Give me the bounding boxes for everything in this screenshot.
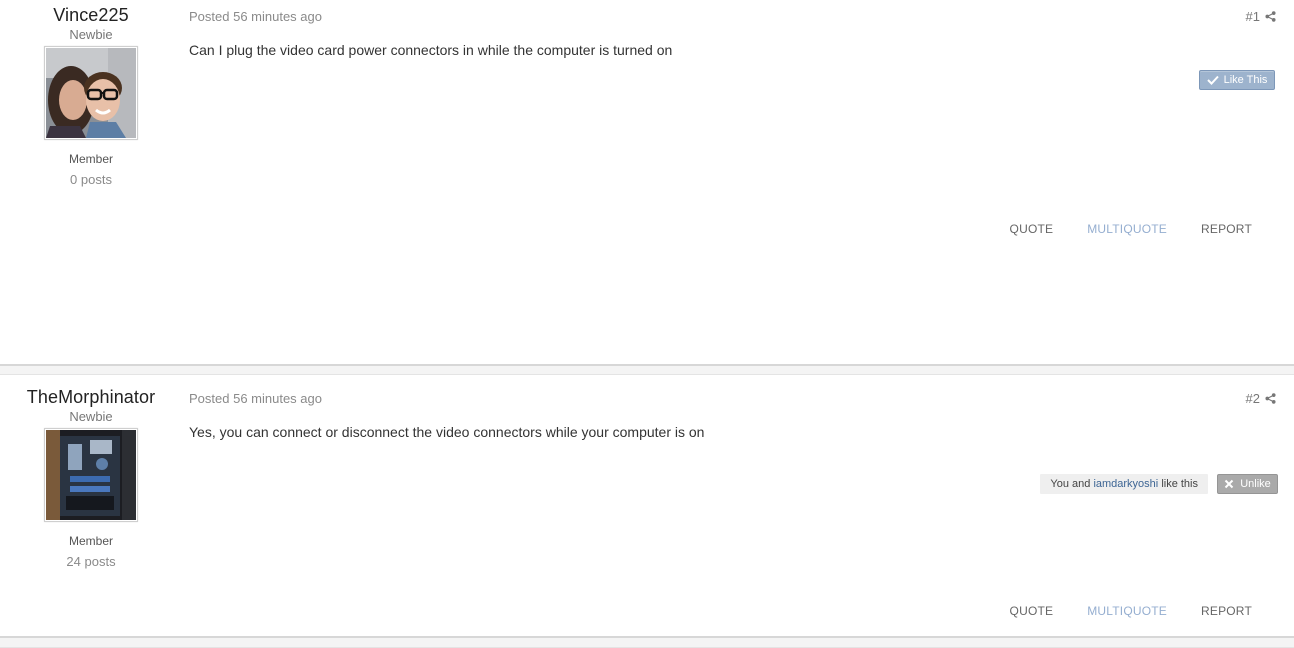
member-group: Member [68,152,113,166]
username[interactable]: TheMorphinator [0,386,182,408]
post-content: Yes, you can connect or disconnect the v… [189,424,705,440]
post-content: Can I plug the video card power connecto… [189,42,673,58]
multiquote-button[interactable]: MULTIQUOTE [1087,222,1167,236]
rank-title: Newbie [69,27,113,42]
post-number: #1 [1245,9,1260,24]
avatar-photo-couple-icon [46,48,136,138]
post-number-link[interactable]: #1 [1246,9,1276,24]
like-summary: You and iamdarkyoshi like this [1040,474,1208,494]
member-group: Member [68,534,113,548]
username[interactable]: Vince225 [0,4,182,26]
post-number: #2 [1245,391,1260,406]
post-2: TheMorphinator Newbie Member 24 posts Po… [0,375,1294,638]
check-icon [1206,75,1219,85]
posted-time: Posted 56 minutes ago [189,9,322,24]
quote-button[interactable]: QUOTE [1010,222,1054,236]
post-1: Vince225 Newbie Member 0 posts Posted 56 [0,0,1294,366]
like-summary-suffix: like this [1161,478,1198,490]
avatar-photo-pc-case-icon [46,430,136,520]
post-author: TheMorphinator Newbie Member 24 posts [0,382,182,570]
post-count: 0 posts [70,172,112,187]
close-icon [1224,479,1234,489]
like-button[interactable]: Like This [1199,70,1275,90]
post-divider [0,636,1294,648]
posted-time: Posted 56 minutes ago [189,391,322,406]
post-actions: QUOTE MULTIQUOTE REPORT [1010,604,1252,618]
unlike-button-label: Unlike [1240,478,1271,490]
unlike-button[interactable]: Unlike [1217,474,1278,494]
report-button[interactable]: REPORT [1201,604,1252,618]
avatar[interactable] [44,428,138,522]
like-button-label: Like This [1223,74,1268,86]
like-summary-prefix: You and [1050,478,1091,490]
report-button[interactable]: REPORT [1201,222,1252,236]
post-count: 24 posts [66,554,116,569]
post-number-link[interactable]: #2 [1246,391,1276,406]
share-icon[interactable] [1265,393,1276,404]
post-author: Vince225 Newbie Member 0 posts [0,0,182,188]
avatar[interactable] [44,46,138,140]
rank-title: Newbie [69,409,113,424]
liker-link[interactable]: iamdarkyoshi [1093,478,1158,490]
share-icon[interactable] [1265,11,1276,22]
quote-button[interactable]: QUOTE [1010,604,1054,618]
multiquote-button[interactable]: MULTIQUOTE [1087,604,1167,618]
post-actions: QUOTE MULTIQUOTE REPORT [1010,222,1252,236]
post-divider [0,364,1294,375]
